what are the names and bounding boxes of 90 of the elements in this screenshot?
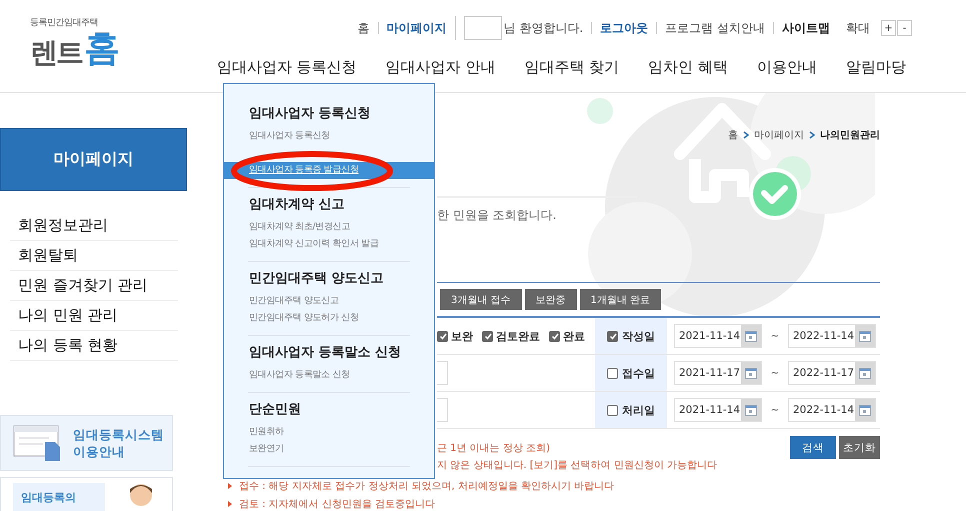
calendar-icon — [859, 330, 871, 342]
header-link[interactable]: 마이페이지 — [378, 22, 455, 34]
sidebar-item[interactable]: 나의 등록 현황 — [10, 336, 118, 355]
calendar-icon — [859, 368, 871, 378]
nav-menu-item[interactable]: 임대사업자 등록신청 — [216, 58, 357, 83]
calendar-icon — [745, 368, 757, 378]
sidebar-item[interactable]: 회원탈퇴 — [10, 246, 78, 265]
chevron-icon — [743, 131, 750, 139]
header-link[interactable]: 프로그램 설치안내 — [656, 22, 773, 34]
header-link[interactable]: 로그아웃 — [591, 22, 656, 34]
sidebar-item[interactable]: 회원정보관리 — [10, 216, 108, 235]
notice-text: 접수 : 해당 지자체로 접수가 정상처리 되었으며, 처리예정일을 확인하시기 바랍니다 — [239, 480, 614, 493]
logo[interactable]: 렌트홈 — [30, 31, 120, 67]
checkbox-label: 보완 — [451, 328, 473, 344]
date-field[interactable]: 2021-11-14 — [674, 398, 762, 422]
range-separator: ~ — [770, 404, 780, 416]
document-icon — [13, 424, 61, 462]
check-icon — [550, 332, 558, 340]
chevron-icon — [809, 131, 816, 139]
date-type-label: 처리일 — [622, 402, 655, 418]
description-text: 한 민원을 조회합니다. — [437, 207, 558, 224]
logo-subtitle: 등록민간임대주택 — [30, 17, 99, 29]
welcome-text: 님 환영합니다. — [504, 22, 584, 34]
date-type-label: 작성일 — [622, 328, 655, 344]
nav-menu-item[interactable]: 임차인 혜택 — [648, 58, 728, 83]
input-field[interactable] — [437, 361, 448, 385]
menu-heading: 임대차계약 신고 — [248, 197, 346, 213]
menu-heading: 단순민원 — [248, 402, 302, 418]
header-link[interactable]: 홈 — [350, 22, 378, 34]
date-field[interactable]: 2022-11-14 — [788, 324, 876, 348]
calendar-icon — [745, 330, 757, 342]
filter-button[interactable]: 3개월내 접수 — [440, 289, 522, 310]
notice-text: 검토 : 지자체에서 신청민원을 검토중입니다 — [239, 498, 436, 511]
breadcrumb-item[interactable]: 홈 — [728, 128, 738, 142]
menu-item[interactable]: 임대사업자 등록신청 — [224, 128, 434, 145]
zoom-button[interactable]: + — [881, 20, 896, 36]
menu-item[interactable]: 보완연기 — [224, 441, 434, 458]
breadcrumb-item: 나의민원관리 — [820, 129, 880, 142]
checkbox[interactable] — [549, 330, 560, 342]
checkbox[interactable] — [607, 368, 618, 378]
checkbox[interactable] — [607, 330, 618, 342]
menu-item[interactable]: 임대사업자 등록말소 신청 — [224, 367, 434, 384]
zoom-button[interactable]: - — [897, 20, 912, 36]
check-icon — [438, 332, 446, 340]
menu-heading: 민간임대주택 양도신고 — [248, 271, 385, 287]
zoom-label: 확대 — [845, 20, 871, 36]
menu-item[interactable]: 임대차계약 신고이력 확인서 발급 — [224, 236, 434, 253]
checkbox-label: 완료 — [563, 328, 585, 344]
date-field[interactable]: 2021-11-14 — [674, 324, 762, 348]
menu-heading: 임대사업자 등록말소 신청 — [248, 345, 402, 361]
calendar-icon — [859, 404, 871, 416]
search-button[interactable]: 검색 — [790, 436, 836, 459]
reset-button[interactable]: 초기화 — [839, 436, 880, 459]
check-icon — [484, 332, 492, 340]
sidebar-title: 마이페이지 — [0, 128, 187, 191]
notice-text: 지 않은 상태입니다. [보기]를 선택하여 민원신청이 가능합니다 — [437, 459, 718, 472]
date-field[interactable]: 2022-11-17 — [788, 361, 876, 385]
breadcrumb-item[interactable]: 마이페이지 — [754, 128, 804, 142]
range-separator: ~ — [770, 368, 780, 378]
calendar-icon — [745, 404, 757, 416]
sidebar-item[interactable]: 민원 즐겨찾기 관리 — [10, 276, 148, 295]
notice-text: 근 1년 이내는 정상 조회) — [437, 442, 550, 455]
username-field — [464, 16, 502, 40]
checkbox-label: 검토완료 — [496, 328, 540, 344]
banner-text: 임대등록시스템 이용안내 — [73, 426, 164, 460]
checkbox[interactable] — [437, 330, 448, 342]
menu-item[interactable]: 민원취하 — [224, 424, 434, 441]
menu-item[interactable]: 임대차계약 최초/변경신고 — [224, 219, 434, 236]
filter-button[interactable]: 보완중 — [524, 289, 577, 310]
bullet-icon — [228, 483, 232, 489]
date-field[interactable]: 2022-11-14 — [788, 398, 876, 422]
range-separator: ~ — [770, 330, 780, 342]
check-icon — [608, 332, 616, 340]
filter-button[interactable]: 1개월내 완료 — [580, 289, 662, 310]
input-field[interactable] — [437, 398, 448, 422]
sidebar-item[interactable]: 나의 민원 관리 — [10, 306, 118, 325]
date-type-label: 접수일 — [622, 366, 655, 380]
menu-item[interactable]: 민간임대주택 양도신고 — [224, 293, 434, 310]
nav-menu-item[interactable]: 알림마당 — [846, 58, 906, 83]
bullet-icon — [228, 501, 232, 507]
nav-menu-item[interactable]: 임대주택 찾기 — [524, 58, 620, 83]
date-field[interactable]: 2021-11-17 — [674, 361, 762, 385]
checkbox[interactable] — [482, 330, 493, 342]
header-link[interactable]: 사이트맵 — [773, 22, 838, 34]
nav-menu-item[interactable]: 이용안내 — [757, 58, 817, 83]
menu-heading: 임대사업자 등록신청 — [248, 106, 372, 122]
nav-menu-item[interactable]: 임대사업자 안내 — [386, 58, 496, 83]
banner-text: 임대등록의 — [21, 491, 76, 504]
menu-item[interactable]: 민간임대주택 양도허가 신청 — [224, 310, 434, 327]
checkbox[interactable] — [607, 404, 618, 416]
